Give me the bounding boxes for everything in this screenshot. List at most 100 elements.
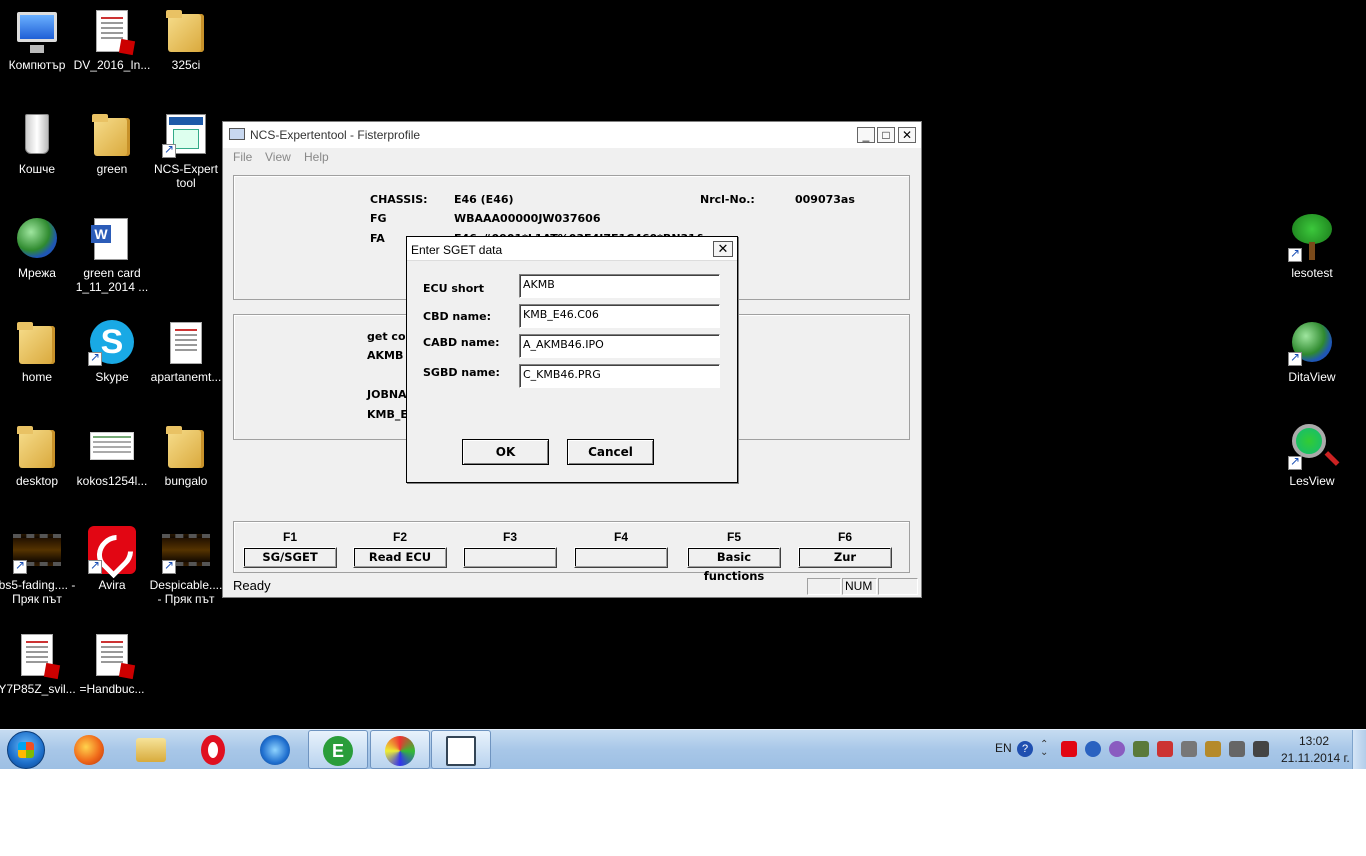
desktop-icon-kokos[interactable]: kokos1254l...	[72, 422, 152, 488]
folder-icon	[166, 426, 204, 468]
cabd-name-input[interactable]: A_AKMB46.IPO	[519, 334, 720, 358]
cbd-name-input[interactable]: KMB_E46.C06	[519, 304, 720, 328]
fkey-label-f6: F6	[837, 530, 852, 544]
power-tray-icon[interactable]	[1253, 741, 1269, 757]
f1-sg-sget-button[interactable]: SG/SGET	[243, 547, 337, 568]
clock-time[interactable]: 13:02	[1299, 734, 1329, 748]
job-line-4: KMB_E	[367, 408, 408, 421]
window-title: NCS-Expertentool - Fisterprofile	[250, 128, 421, 142]
shortcut-arrow-icon	[88, 350, 102, 366]
taskbar-internet-explorer[interactable]	[246, 730, 306, 769]
shortcut-arrow-icon	[162, 558, 176, 574]
language-indicator[interactable]: EN	[995, 741, 1012, 755]
desktop: Компютър DV_2016_In... 325ci Кошче green…	[0, 0, 1366, 729]
user-tray-icon[interactable]	[1109, 741, 1125, 757]
ok-button[interactable]: OK	[462, 439, 549, 465]
computer-icon	[17, 12, 57, 53]
network-icon	[17, 218, 57, 258]
job-line-3: JOBNA	[367, 388, 407, 401]
desktop-icon-green[interactable]: green	[72, 110, 152, 176]
image-file-icon	[90, 432, 134, 460]
close-button[interactable]: ✕	[898, 127, 916, 143]
shortcut-arrow-icon	[88, 558, 102, 574]
taskbar-calculator-window[interactable]	[431, 730, 491, 769]
f5-basic-functions-button[interactable]: Basic functions	[687, 547, 781, 583]
status-cell-empty	[807, 578, 841, 595]
app-icon	[229, 128, 245, 140]
desktop-icon-green-card[interactable]: green card 1_11_2014 ...	[72, 214, 152, 294]
taskbar: E EN ? ⌃ ⌄ 13:02 21.11.2014 г.	[0, 729, 1366, 769]
firefox-icon	[74, 735, 104, 765]
help-icon[interactable]: ?	[1017, 741, 1033, 757]
desktop-icon-ditaview[interactable]: DitaView	[1272, 318, 1352, 384]
shortcut-arrow-icon	[1288, 350, 1302, 366]
shortcut-arrow-icon	[1288, 454, 1302, 470]
taskbar-explorer[interactable]	[122, 730, 182, 769]
cancel-button[interactable]: Cancel	[567, 439, 654, 465]
desktop-icon-network[interactable]: Мрежа	[0, 214, 77, 280]
tray-expand-icon[interactable]: ⌃ ⌄	[1040, 740, 1050, 758]
taskbar-firefox[interactable]	[60, 730, 120, 769]
desktop-icon-lesotest[interactable]: lesotest	[1272, 214, 1352, 280]
desktop-icon-skype[interactable]: S Skype	[72, 318, 152, 384]
cabd-name-label: CABD name:	[423, 336, 500, 349]
maximize-button[interactable]: □	[877, 127, 895, 143]
f3-button[interactable]	[463, 547, 557, 568]
desktop-icon-handbuch[interactable]: =Handbuc...	[72, 630, 152, 696]
desktop-icon-home[interactable]: home	[0, 318, 77, 384]
desktop-icon-despicable[interactable]: Despicable.... - Пряк път	[146, 526, 226, 606]
desktop-icon-bs5-fading[interactable]: bs5-fading.... - Пряк път	[0, 526, 77, 606]
desktop-icon-ncs-expert[interactable]: NCS-Expert tool	[146, 110, 226, 190]
menu-help[interactable]: Help	[304, 150, 329, 164]
menu-file[interactable]: File	[233, 150, 252, 164]
usb-tray-icon[interactable]	[1133, 741, 1149, 757]
battery-tray-icon[interactable]	[1205, 741, 1221, 757]
desktop-icon-y7p85z[interactable]: Y7P85Z_svil...	[0, 630, 77, 696]
minimize-button[interactable]: _	[857, 127, 875, 143]
enter-sget-dialog: Enter SGET data ✕ ECU short AKMB CBD nam…	[406, 236, 738, 483]
volume-icon[interactable]	[1229, 741, 1245, 757]
desktop-icon-avira[interactable]: Avira	[72, 526, 152, 592]
desktop-icon-bungalo[interactable]: bungalo	[146, 422, 226, 488]
folder-icon	[166, 10, 204, 52]
fg-label: FG	[370, 212, 387, 225]
taskbar-ncs-app[interactable]: E	[308, 730, 368, 769]
show-desktop-button[interactable]	[1352, 730, 1366, 769]
fa-label: FA	[370, 232, 385, 245]
folder-icon	[17, 426, 55, 468]
opera-icon	[201, 735, 225, 765]
dialog-titlebar[interactable]: Enter SGET data ✕	[407, 237, 737, 261]
f6-zur-button[interactable]: Zur	[798, 547, 892, 568]
fkey-label-f1: F1	[282, 530, 297, 544]
shortcut-arrow-icon	[1288, 246, 1302, 262]
taskbar-paint[interactable]	[370, 730, 430, 769]
sgbd-name-input[interactable]: C_KMB46.PRG	[519, 364, 720, 388]
desktop-icon-dv2016[interactable]: DV_2016_In...	[72, 6, 152, 72]
desktop-icon-desktop[interactable]: desktop	[0, 422, 77, 488]
desktop-icon-computer[interactable]: Компютър	[0, 6, 77, 72]
window-titlebar[interactable]: NCS-Expertentool - Fisterprofile _ □ ✕	[223, 122, 921, 148]
speaker-tray-icon[interactable]	[1181, 741, 1197, 757]
desktop-icon-lesview[interactable]: LesView	[1272, 422, 1352, 488]
job-line-2: AKMB	[367, 349, 404, 362]
avira-tray-icon[interactable]	[1061, 741, 1077, 757]
internet-explorer-icon	[260, 735, 290, 765]
desktop-icon-325ci[interactable]: 325ci	[146, 6, 226, 72]
menu-view[interactable]: View	[265, 150, 291, 164]
chassis-label: CHASSIS:	[370, 193, 428, 206]
clock-date[interactable]: 21.11.2014 г.	[1281, 751, 1350, 765]
f2-read-ecu-button[interactable]: Read ECU	[353, 547, 447, 568]
desktop-icon-recycle-bin[interactable]: Кошче	[0, 110, 77, 176]
status-bar: Ready NUM	[223, 575, 921, 597]
taskbar-opera[interactable]	[184, 730, 244, 769]
f4-button[interactable]	[574, 547, 668, 568]
tree-icon	[1292, 214, 1332, 260]
start-button[interactable]	[7, 731, 45, 769]
sgbd-name-label: SGBD name:	[423, 366, 500, 379]
desktop-icon-apartament[interactable]: apartanemt...	[146, 318, 226, 384]
window-app-icon	[446, 736, 476, 766]
disconnected-tray-icon[interactable]	[1157, 741, 1173, 757]
ecu-short-input[interactable]: AKMB	[519, 274, 720, 298]
dialog-close-icon[interactable]: ✕	[713, 241, 733, 257]
network-tray-icon[interactable]	[1085, 741, 1101, 757]
